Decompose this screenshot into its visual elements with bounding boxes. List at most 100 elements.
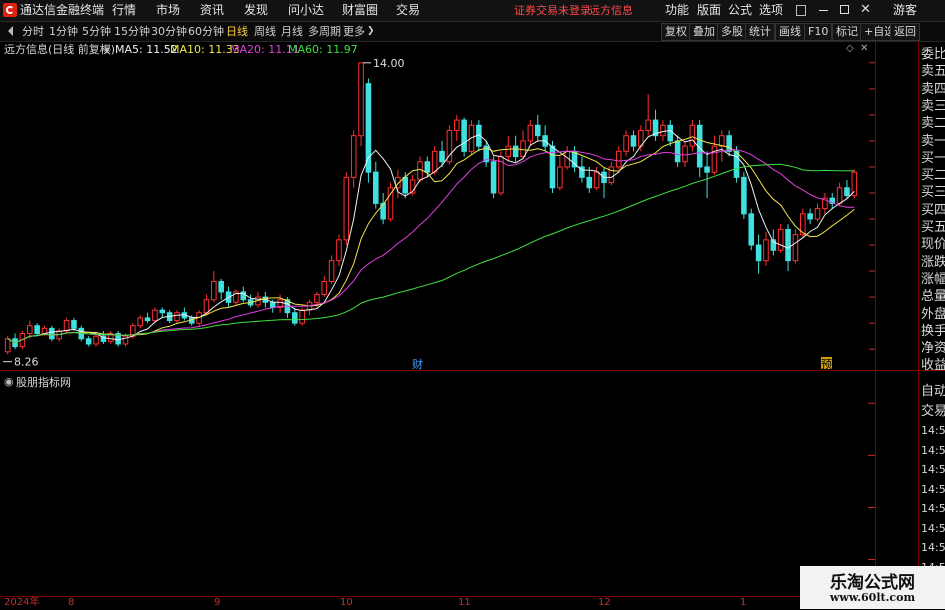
minimize-icon[interactable] <box>819 10 828 11</box>
user-icon[interactable] <box>796 5 806 16</box>
menu-faxian[interactable]: 发现 <box>244 0 268 21</box>
candle-body <box>350 135 357 178</box>
menu-gongshi[interactable]: 公式 <box>728 0 752 21</box>
candle-body <box>520 140 526 158</box>
ma20-line <box>7 148 855 344</box>
auto-trade-tab[interactable]: 自动 <box>921 382 945 401</box>
menu-zixun[interactable]: 资讯 <box>200 0 224 21</box>
candle-body <box>365 83 372 173</box>
menu-caifuquan[interactable]: 财富圈 <box>342 0 378 21</box>
menu-shichang[interactable]: 市场 <box>156 0 180 21</box>
axis-divider <box>875 42 876 597</box>
watermark: 乐淘公式网 www.60lt.com <box>800 566 945 609</box>
period-15min[interactable]: 15分钟 <box>114 22 150 41</box>
period-monthly[interactable]: 月线 <box>281 22 303 41</box>
quote-field-label: 买二 <box>921 168 945 184</box>
menu-banmian[interactable]: 版面 <box>697 0 721 21</box>
period-1min[interactable]: 1分钟 <box>49 22 78 41</box>
candle-body <box>505 145 512 158</box>
toolbar-prev-icon[interactable] <box>8 26 13 36</box>
candle-body <box>667 124 674 142</box>
quote-field-label: 买四 <box>921 202 945 218</box>
biaoji-button[interactable]: 标记 <box>832 23 862 41</box>
guest-button[interactable]: 游客 <box>893 0 917 21</box>
candle-body <box>534 124 541 137</box>
return-button[interactable]: 返回 <box>890 23 920 41</box>
huaxian-button[interactable]: 画线 <box>775 23 805 41</box>
candlestick-chart[interactable]: 14.0013.5013.0012.5012.0011.5011.0010.50… <box>0 42 876 370</box>
trade-time: 14:56 <box>921 443 945 457</box>
trade-tab[interactable]: 交易 <box>921 402 945 421</box>
period-5min[interactable]: 5分钟 <box>82 22 111 41</box>
y-tick-label: 13.50 <box>839 83 871 96</box>
candle-body <box>417 161 423 181</box>
menu-gongneng[interactable]: 功能 <box>665 0 689 21</box>
login-notice[interactable]: 证券交易未登录 <box>514 0 591 21</box>
period-30min[interactable]: 30分钟 <box>151 22 187 41</box>
quote-field-label: 卖四 <box>921 81 945 97</box>
date-label: 8 <box>68 597 75 608</box>
candle-body <box>777 228 784 251</box>
candle-body <box>711 145 718 173</box>
ma10-line <box>7 136 855 344</box>
tongji-button[interactable]: 统计 <box>745 23 775 41</box>
pane-divider[interactable] <box>0 370 945 371</box>
candle-body <box>174 312 180 322</box>
period-weekly[interactable]: 周线 <box>254 22 276 41</box>
candle-body <box>660 124 666 137</box>
quote-field-label: 买五 <box>921 220 945 235</box>
candle-body <box>402 176 409 194</box>
more-chevron-icon[interactable]: ❯ <box>367 22 375 41</box>
period-multi[interactable]: 多周期 <box>308 22 341 41</box>
date-label: 1 <box>740 597 747 608</box>
y-tick-label: 10.50 <box>839 239 871 252</box>
period-fenshi[interactable]: 分时 <box>22 22 44 41</box>
candle-body <box>34 325 40 335</box>
cai-marker: 财 <box>412 357 423 370</box>
y-tick-label: 9.00 <box>846 317 871 330</box>
date-label: 11 <box>458 597 471 608</box>
menu-xuanxiang[interactable]: 选项 <box>759 0 783 21</box>
duogu-button[interactable]: 多股 <box>717 23 747 41</box>
indicator-chart[interactable]: 13.0012.0011.0010.00 <box>0 372 876 596</box>
ma5-line <box>7 129 855 344</box>
quote-field-label: 外盘 <box>921 306 945 322</box>
menu-wenxiaoda[interactable]: 问小达 <box>288 0 324 21</box>
quote-field-label: 总量 <box>921 289 945 305</box>
candle-body <box>269 301 276 309</box>
watermark-title: 乐淘公式网 <box>830 573 915 593</box>
quote-field-label: 收益 <box>921 358 945 374</box>
candle-body <box>608 166 615 184</box>
candle-body <box>328 260 335 282</box>
maximize-icon[interactable] <box>840 5 849 14</box>
period-daily[interactable]: 日线 <box>226 22 248 41</box>
f10-button[interactable]: F10 <box>804 23 833 41</box>
quote-field-label: 买一 <box>921 150 945 166</box>
candle-body <box>741 176 747 215</box>
y-tick-label: 11.00 <box>839 213 871 226</box>
low-annotation: 8.26 <box>14 356 39 369</box>
candle-body <box>733 150 740 178</box>
candle-body <box>490 161 497 194</box>
diejia-button[interactable]: 叠加 <box>689 23 719 41</box>
period-more[interactable]: 更多 <box>343 22 365 41</box>
period-60min[interactable]: 60分钟 <box>188 22 224 41</box>
y-tick-label: 9.50 <box>846 291 871 304</box>
y-tick-label: 12.50 <box>839 135 871 148</box>
candle-body <box>358 62 364 137</box>
date-label: 2024年 <box>4 597 40 608</box>
candle-body <box>792 234 799 262</box>
candle-body <box>431 150 438 173</box>
candle-body <box>836 187 843 204</box>
trade-time: 14:56 <box>921 424 945 437</box>
fuquan-button[interactable]: 复权 <box>661 23 691 41</box>
menu-hangqing[interactable]: 行情 <box>112 0 136 21</box>
quote-field-label: 涨跌 <box>921 254 945 270</box>
trade-time: 14:56 <box>921 482 945 496</box>
close-icon[interactable]: ✕ <box>860 2 871 18</box>
candle-body <box>814 208 821 220</box>
candle-body <box>211 280 217 301</box>
candle-body <box>4 338 11 353</box>
menu-jiaoyi[interactable]: 交易 <box>396 0 420 21</box>
candle-body <box>719 135 725 147</box>
